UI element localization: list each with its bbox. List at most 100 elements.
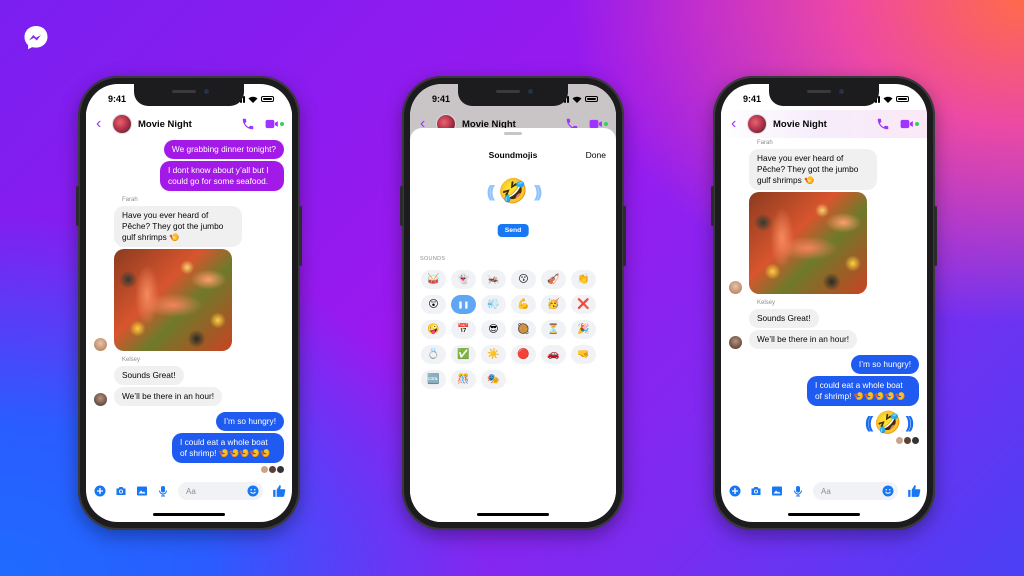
done-button[interactable]: Done: [586, 150, 606, 160]
battery-icon: [896, 96, 909, 102]
message-input-placeholder: Aa: [821, 486, 831, 496]
avatar-kelsey[interactable]: [729, 336, 742, 349]
message-list[interactable]: We grabbing dinner tonight? I dont know …: [86, 140, 292, 482]
avatar-farah[interactable]: [729, 281, 742, 294]
message-bubble-outgoing[interactable]: I’m so hungry!: [215, 412, 284, 431]
status-time: 9:41: [743, 94, 762, 104]
video-call-icon[interactable]: [265, 117, 279, 131]
wifi-icon: [248, 96, 258, 103]
sound-wave-left-icon: ((: [486, 182, 496, 201]
status-time: 9:41: [108, 94, 127, 104]
message-bubble-outgoing[interactable]: We grabbing dinner tonight?: [163, 140, 284, 159]
soundmoji-violin[interactable]: 🎻: [541, 270, 566, 289]
soundmoji-pause[interactable]: ❚❚: [451, 295, 476, 314]
message-list[interactable]: Farah Have you ever heard of Pêche? They…: [721, 138, 927, 482]
plus-icon[interactable]: [729, 485, 741, 497]
phone-call-icon[interactable]: [876, 117, 890, 131]
chat-title[interactable]: Movie Night: [138, 119, 231, 130]
avatar-kelsey[interactable]: [94, 393, 107, 406]
video-call-icon[interactable]: [900, 117, 914, 131]
soundmoji-flexed-biceps[interactable]: 💪: [511, 295, 536, 314]
phone-call-icon[interactable]: [241, 117, 255, 131]
message-bubble-incoming[interactable]: Have you ever heard of Pêche? They got t…: [114, 206, 242, 247]
soundmoji-emoji: 🤣: [874, 410, 902, 435]
online-indicator: [915, 122, 919, 126]
soundmoji-fist-bump[interactable]: 🤜: [571, 345, 596, 364]
thumbs-up-icon[interactable]: [272, 484, 286, 498]
message-bubble-outgoing[interactable]: I’m so hungry!: [850, 355, 919, 374]
message-input[interactable]: Aa: [813, 482, 898, 500]
camera-icon[interactable]: [750, 485, 762, 497]
avatar-farah[interactable]: [94, 338, 107, 351]
sound-wave-left-icon: ((: [864, 413, 874, 432]
soundmoji-confetti[interactable]: 🎊: [451, 370, 476, 389]
read-receipts: [94, 466, 284, 473]
send-button[interactable]: Send: [497, 224, 529, 237]
soundmoji-astonished-face[interactable]: 😲: [421, 295, 446, 314]
chat-title[interactable]: Movie Night: [773, 119, 866, 130]
plus-icon[interactable]: [94, 485, 106, 497]
group-avatar[interactable]: [112, 114, 132, 134]
wifi-icon: [883, 96, 893, 103]
composer-bar: Aa: [721, 480, 927, 502]
gallery-icon[interactable]: [136, 485, 148, 497]
soundmoji-cricket[interactable]: 🦗: [481, 270, 506, 289]
soundmoji-red-circle[interactable]: 🔴: [511, 345, 536, 364]
message-bubble-outgoing[interactable]: I could eat a whole boat of shrimp! 🍤🍤🍤🍤…: [807, 376, 919, 406]
soundmoji-partying-face[interactable]: 🥳: [541, 295, 566, 314]
soundmoji-cross-mark[interactable]: ❌: [571, 295, 596, 314]
soundmoji-paella[interactable]: 🥘: [511, 320, 536, 339]
message-bubble-outgoing[interactable]: I dont know about y’all but I could go f…: [160, 161, 284, 191]
soundmoji-calendar[interactable]: 📅: [451, 320, 476, 339]
sound-wave-right-icon: )): [905, 413, 915, 432]
sheet-grabber[interactable]: [504, 132, 522, 135]
soundmoji-message[interactable]: (( 🤣 )): [729, 410, 915, 435]
back-button[interactable]: ‹: [96, 116, 110, 132]
chat-header: ‹ Movie Night: [86, 110, 292, 138]
soundmoji-party-popper[interactable]: 🎉: [571, 320, 596, 339]
shared-photo-seafood[interactable]: [749, 192, 867, 294]
message-bubble-outgoing[interactable]: I could eat a whole boat of shrimp! 🍤🍤🍤🍤…: [172, 433, 284, 463]
message-bubble-incoming[interactable]: Have you ever heard of Pêche? They got t…: [749, 149, 877, 190]
phone-screen: 9:41 ‹ Movie Night We grabbing dinner to…: [86, 84, 292, 522]
gallery-icon[interactable]: [771, 485, 783, 497]
group-avatar[interactable]: [747, 114, 767, 134]
chat-header: ‹ Movie Night: [721, 110, 927, 138]
soundmoji-cool-button[interactable]: 🆒: [421, 370, 446, 389]
microphone-icon[interactable]: [157, 485, 169, 497]
camera-icon[interactable]: [115, 485, 127, 497]
soundmoji-performing-arts[interactable]: 🎭: [481, 370, 506, 389]
message-input-placeholder: Aa: [186, 486, 196, 496]
message-bubble-incoming[interactable]: We’ll be there in an hour!: [749, 330, 858, 349]
soundmoji-zany-face[interactable]: 🤪: [421, 320, 446, 339]
message-bubble-incoming[interactable]: We’ll be there in an hour!: [114, 387, 223, 406]
soundmoji-car[interactable]: 🚗: [541, 345, 566, 364]
phone-screen: 9:41 ‹ Movie Night Soundmojis Done (( 🤣 …: [410, 84, 616, 522]
emoji-icon[interactable]: [882, 485, 894, 497]
home-indicator: [477, 513, 549, 516]
microphone-icon[interactable]: [792, 485, 804, 497]
phone-chat-before: 9:41 ‹ Movie Night We grabbing dinner to…: [76, 76, 302, 530]
soundmoji-ghost[interactable]: 👻: [451, 270, 476, 289]
soundmoji-sun[interactable]: ☀️: [481, 345, 506, 364]
back-button[interactable]: ‹: [731, 116, 745, 132]
battery-icon: [585, 96, 598, 102]
message-bubble-incoming[interactable]: Sounds Great!: [114, 366, 184, 385]
soundmoji-hourglass[interactable]: ⏳: [541, 320, 566, 339]
soundmoji-drum[interactable]: 🥁: [421, 270, 446, 289]
soundmoji-sunglasses-face[interactable]: 😎: [481, 320, 506, 339]
soundmoji-check-mark[interactable]: ✅: [451, 345, 476, 364]
emoji-icon[interactable]: [247, 485, 259, 497]
message-bubble-incoming[interactable]: Sounds Great!: [749, 309, 819, 328]
soundmoji-dashing-away[interactable]: 💨: [481, 295, 506, 314]
soundmoji-kissing-face[interactable]: 😗: [511, 270, 536, 289]
sender-name: Kelsey: [757, 300, 776, 306]
message-input[interactable]: Aa: [178, 482, 263, 500]
phone-chat-after: 9:41 ‹ Movie Night Farah Have you ever h…: [711, 76, 937, 530]
soundmoji-sheet: Soundmojis Done (( 🤣 )) Send SOUNDS 🥁 👻 🦗 😗…: [410, 128, 616, 522]
soundmoji-ring[interactable]: 💍: [421, 345, 446, 364]
online-indicator: [280, 122, 284, 126]
thumbs-up-icon[interactable]: [907, 484, 921, 498]
shared-photo-seafood[interactable]: [114, 249, 232, 351]
soundmoji-clapping-hands[interactable]: 👏: [571, 270, 596, 289]
